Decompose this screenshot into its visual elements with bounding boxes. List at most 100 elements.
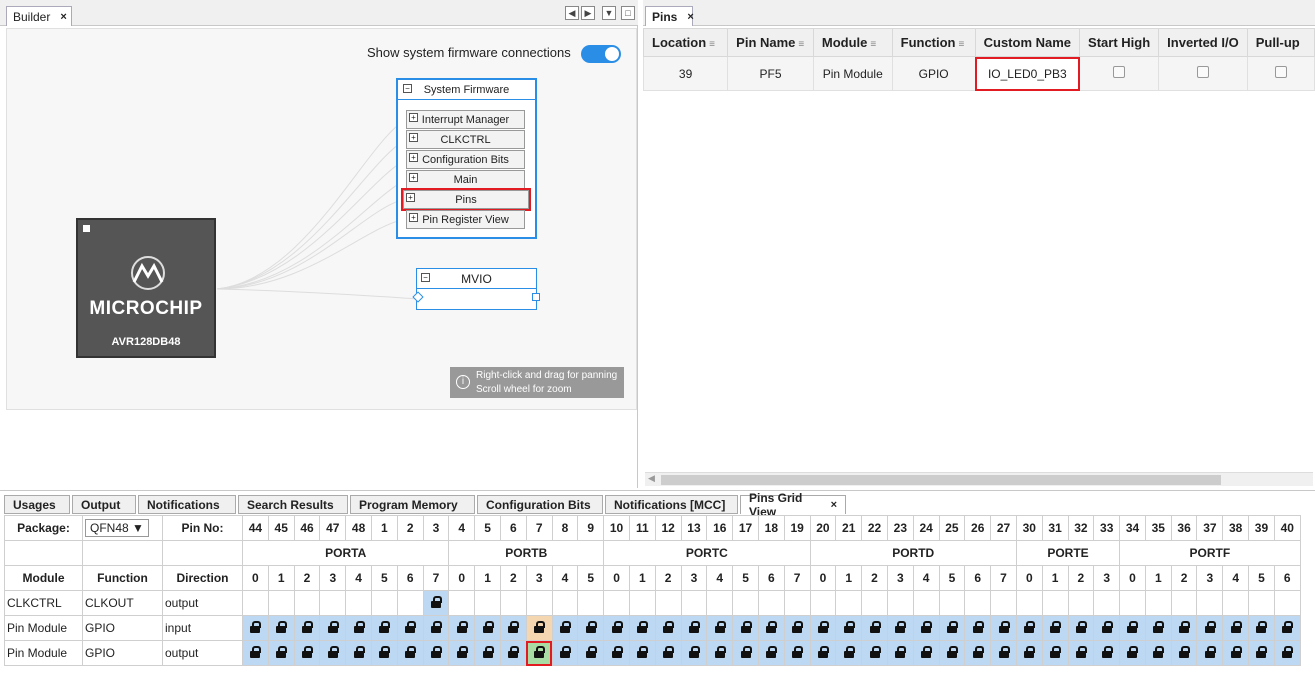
pin-cell[interactable]	[886, 640, 914, 666]
pull-up-checkbox[interactable]	[1246, 56, 1315, 91]
pin-cell[interactable]	[628, 615, 656, 641]
pin-cell[interactable]	[706, 615, 734, 641]
pin-cell[interactable]	[964, 640, 992, 666]
pin-cell[interactable]	[422, 615, 450, 641]
pin-cell[interactable]	[783, 615, 811, 641]
pin-cell[interactable]	[1248, 640, 1275, 666]
pin-cell[interactable]	[499, 640, 527, 666]
pin-cell[interactable]	[577, 640, 605, 666]
pin-cell[interactable]	[861, 615, 888, 641]
pin-cell[interactable]	[964, 615, 992, 641]
pin-cell[interactable]	[448, 615, 476, 641]
pin-cell[interactable]	[1041, 615, 1069, 641]
scroll-left-icon[interactable]: ◀	[565, 6, 579, 20]
pin-cell[interactable]	[1119, 640, 1146, 666]
pin-cell[interactable]	[809, 640, 837, 666]
pin-cell[interactable]	[835, 640, 863, 666]
pin-cell[interactable]	[1041, 640, 1069, 666]
pin-cell[interactable]	[1119, 615, 1146, 641]
pin-cell[interactable]	[938, 615, 966, 641]
scrollbar-thumb[interactable]	[661, 475, 1221, 485]
pin-cell[interactable]	[732, 615, 759, 641]
horizontal-scrollbar[interactable]: ◀	[645, 472, 1313, 486]
pin-cell[interactable]	[370, 615, 398, 641]
start-high-checkbox[interactable]	[1079, 56, 1160, 91]
filter-icon[interactable]: ≡	[798, 39, 804, 50]
close-icon[interactable]: ×	[831, 499, 837, 511]
dropdown-icon[interactable]: ▼	[602, 6, 616, 20]
pin-cell[interactable]	[1067, 640, 1095, 666]
pin-cell[interactable]	[267, 640, 295, 666]
pin-cell[interactable]	[1093, 615, 1121, 641]
tab-notifications-mcc[interactable]: Notifications [MCC]	[605, 495, 738, 514]
pin-cell[interactable]	[757, 615, 785, 641]
pin-cell[interactable]	[1222, 640, 1250, 666]
expand-icon[interactable]: +	[409, 133, 418, 142]
pin-cell[interactable]	[1144, 640, 1172, 666]
device-chip[interactable]: + MICROCHIP AVR128DB48	[76, 218, 216, 358]
pin-cell[interactable]	[551, 615, 579, 641]
pin-cell[interactable]	[654, 615, 682, 641]
fw-item-configuration-bits[interactable]: + Configuration Bits	[406, 150, 525, 169]
close-icon[interactable]: ×	[687, 11, 693, 23]
maximize-icon[interactable]: □	[621, 6, 635, 20]
pin-cell[interactable]	[783, 640, 811, 666]
expand-icon[interactable]: +	[406, 193, 415, 202]
col-custom-name[interactable]: Custom Name	[974, 28, 1081, 57]
pin-cell[interactable]	[809, 615, 837, 641]
pin-cell[interactable]	[732, 640, 759, 666]
pin-cell[interactable]	[293, 615, 321, 641]
pin-cell[interactable]	[1222, 615, 1250, 641]
scroll-right-icon[interactable]: ▶	[581, 6, 595, 20]
col-module[interactable]: Module ≡	[812, 28, 893, 57]
pin-cell[interactable]	[990, 615, 1017, 641]
pin-cell[interactable]	[912, 615, 940, 641]
col-start-high[interactable]: Start High	[1079, 28, 1160, 57]
pin-cell[interactable]	[1015, 640, 1043, 666]
col-inverted-io[interactable]: Inverted I/O	[1158, 28, 1248, 57]
pin-cell[interactable]	[912, 640, 940, 666]
pin-cell[interactable]	[1170, 615, 1198, 641]
tab-search-results[interactable]: Search Results	[238, 495, 348, 514]
collapse-icon[interactable]: −	[403, 84, 412, 93]
filter-icon[interactable]: ≡	[709, 39, 715, 50]
col-pin-name[interactable]: Pin Name ≡	[727, 28, 814, 57]
fw-item-pins[interactable]: + Pins	[401, 188, 531, 211]
fw-item-clkctrl[interactable]: + CLKCTRL	[406, 130, 525, 149]
mvio-box[interactable]: − MVIO	[412, 268, 540, 310]
pin-cell[interactable]	[1248, 615, 1275, 641]
pin-cell[interactable]	[1196, 615, 1224, 641]
pin-cell[interactable]	[370, 640, 398, 666]
pin-cell[interactable]	[1196, 640, 1224, 666]
custom-name-field[interactable]: IO_LED0_PB3	[974, 56, 1081, 91]
expand-icon[interactable]: +	[409, 173, 418, 182]
scroll-left-arrow-icon[interactable]: ◀	[648, 473, 655, 484]
pin-cell[interactable]	[525, 615, 553, 641]
tab-usages[interactable]: Usages	[4, 495, 70, 514]
pin-cell[interactable]	[499, 615, 527, 641]
pin-cell[interactable]	[422, 590, 450, 616]
col-location[interactable]: Location ≡	[642, 28, 729, 57]
pin-cell[interactable]	[680, 615, 708, 641]
col-pull-up[interactable]: Pull-up	[1246, 28, 1315, 57]
pin-cell[interactable]	[293, 640, 321, 666]
pin-cell[interactable]	[525, 640, 553, 666]
tab-program-memory[interactable]: Program Memory	[350, 495, 475, 514]
tab-output[interactable]: Output	[72, 495, 136, 514]
tab-pins[interactable]: Pins ×	[645, 6, 694, 26]
port-right[interactable]	[532, 293, 540, 301]
expand-icon[interactable]: +	[409, 113, 418, 122]
pin-cell[interactable]	[474, 640, 501, 666]
pin-cell[interactable]	[1015, 615, 1043, 641]
pin-cell[interactable]	[861, 640, 888, 666]
pin-cell[interactable]	[319, 640, 347, 666]
pin-cell[interactable]	[448, 640, 476, 666]
pin-cell[interactable]	[1273, 615, 1301, 641]
pin-cell[interactable]	[1067, 615, 1095, 641]
expand-icon[interactable]: +	[409, 213, 418, 222]
fw-item-main[interactable]: + Main	[406, 170, 525, 189]
pin-cell[interactable]	[886, 615, 914, 641]
pin-cell[interactable]	[474, 615, 501, 641]
tab-pins-grid-view[interactable]: Pins Grid View ×	[740, 491, 846, 519]
pin-cell[interactable]	[628, 640, 656, 666]
